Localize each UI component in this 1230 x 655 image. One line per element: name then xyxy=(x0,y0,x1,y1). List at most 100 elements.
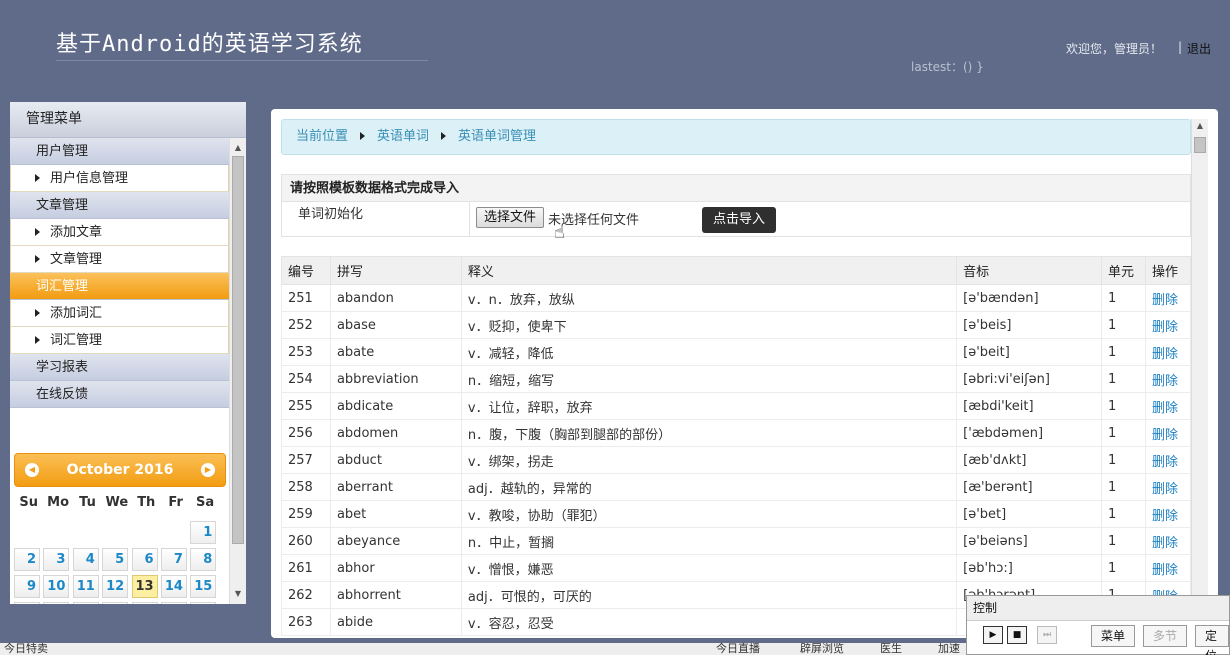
weekday: We xyxy=(105,495,129,510)
weekday: Th xyxy=(137,495,156,510)
table-row: 253 abate v．减轻，降低 [ə'beit] 1 删除 xyxy=(281,338,1191,366)
status-doctor[interactable]: 医生 xyxy=(880,643,902,655)
status-accelerate[interactable]: 加速 xyxy=(938,643,960,655)
calendar-week: 16171819202122 xyxy=(14,602,226,604)
status-deals[interactable]: 今日特卖 xyxy=(4,643,48,655)
sidebar-item-add-vocab[interactable]: 添加词汇 xyxy=(10,300,229,327)
calendar-day[interactable]: 20 xyxy=(131,602,158,604)
logout-link[interactable]: 退出 xyxy=(1187,40,1211,57)
control-title: 控制 xyxy=(967,596,1229,621)
table-row: 257 abduct v．绑架，拐走 [æb'dʌkt] 1 删除 xyxy=(281,446,1191,474)
calendar-month: October 2016 xyxy=(66,462,174,478)
scroll-thumb[interactable] xyxy=(1194,137,1206,153)
calendar-day[interactable]: 21 xyxy=(160,602,187,604)
cell-spelling: abdomen xyxy=(329,419,462,447)
menu-button[interactable]: 菜单 xyxy=(1091,625,1136,647)
next-icon[interactable]: ⏭ xyxy=(1037,626,1057,644)
calendar-day[interactable]: 15 xyxy=(190,575,217,598)
delete-link[interactable]: 删除 xyxy=(1145,338,1191,366)
breadcrumb-english-words[interactable]: 英语单词 xyxy=(377,129,429,144)
calendar-day[interactable]: 2 xyxy=(14,548,40,571)
delete-link[interactable]: 删除 xyxy=(1145,419,1191,447)
stop-icon[interactable]: ■ xyxy=(1007,626,1027,644)
calendar-day[interactable]: 6 xyxy=(131,548,158,571)
delete-link[interactable]: 删除 xyxy=(1145,473,1191,501)
play-icon[interactable]: ▶ xyxy=(983,626,1003,644)
sidebar-group-users[interactable]: 用户管理 xyxy=(10,138,229,165)
weekday: Sa xyxy=(195,495,215,510)
cell-unit: 1 xyxy=(1101,500,1146,528)
choose-file-button[interactable]: 选择文件 xyxy=(476,207,545,228)
calendar-day xyxy=(14,521,40,544)
weekday: Mo xyxy=(47,495,70,510)
sidebar-group-feedback[interactable]: 在线反馈 xyxy=(10,381,229,408)
sidebar-item-label: 添加词汇 xyxy=(50,306,103,321)
sidebar-item-vocab-manage[interactable]: 词汇管理 xyxy=(10,327,229,354)
cell-phonetic: [əb'hɔ:] xyxy=(956,554,1103,582)
scroll-down-icon[interactable]: ▼ xyxy=(230,586,246,602)
calendar-day[interactable]: 9 xyxy=(14,575,40,598)
status-live[interactable]: 今日直播 xyxy=(716,643,760,655)
calendar-day[interactable]: 17 xyxy=(43,602,70,604)
calendar-day[interactable]: 10 xyxy=(43,575,70,598)
cell-meaning: v．憎恨，嫌恶 xyxy=(460,554,958,582)
import-title: 请按照模板数据格式完成导入 xyxy=(282,175,1190,202)
cell-meaning: v．贬抑，使卑下 xyxy=(460,311,958,339)
calendar-day[interactable]: 1 xyxy=(190,521,217,544)
scroll-up-icon[interactable]: ▲ xyxy=(1192,121,1208,130)
table-row: 254 abbreviation n．缩短，缩写 [əbri:vi'eiʃən] 1 删除 xyxy=(281,365,1191,393)
calendar-day[interactable]: 8 xyxy=(190,548,217,571)
sidebar-group-articles[interactable]: 文章管理 xyxy=(10,192,229,219)
cell-id: 257 xyxy=(281,446,331,474)
calendar-day[interactable]: 4 xyxy=(72,548,99,571)
scroll-up-icon[interactable]: ▲ xyxy=(230,140,246,156)
locate-button[interactable]: 定位 xyxy=(1195,625,1229,655)
delete-link[interactable]: 删除 xyxy=(1145,527,1191,555)
cell-spelling: abet xyxy=(329,500,462,528)
sidebar-item-add-article[interactable]: 添加文章 xyxy=(10,219,229,246)
calendar-day[interactable]: 12 xyxy=(102,575,129,598)
calendar-day[interactable]: 22 xyxy=(190,602,217,604)
status-sidebar-browse[interactable]: 辟屏浏览 xyxy=(800,643,844,655)
calendar-day[interactable]: 5 xyxy=(102,548,129,571)
next-month-icon[interactable]: ▶ xyxy=(201,463,215,477)
cell-id: 253 xyxy=(281,338,331,366)
scroll-thumb[interactable] xyxy=(232,156,244,544)
import-panel: 请按照模板数据格式完成导入 单词初始化 选择文件 未选择任何文件 点击导入 ☝ xyxy=(281,174,1191,243)
delete-link[interactable]: 删除 xyxy=(1145,500,1191,528)
delete-link[interactable]: 删除 xyxy=(1145,284,1191,312)
delete-link[interactable]: 删除 xyxy=(1145,311,1191,339)
weekday: Su xyxy=(19,495,38,510)
calendar-day-today[interactable]: 13 xyxy=(131,575,158,598)
calendar-day[interactable]: 14 xyxy=(160,575,187,598)
calendar-day[interactable]: 19 xyxy=(102,602,129,604)
delete-link[interactable]: 删除 xyxy=(1145,392,1191,420)
table-row: 256 abdomen n．腹，下腹（胸部到腿部的部份） ['æbdəmen] 1 删除 xyxy=(281,419,1191,447)
calendar-day[interactable]: 16 xyxy=(14,602,40,604)
cell-id: 254 xyxy=(281,365,331,393)
delete-link[interactable]: 删除 xyxy=(1145,365,1191,393)
content-scrollbar[interactable]: ▲ xyxy=(1191,119,1208,638)
calendar-day[interactable]: 18 xyxy=(72,602,99,604)
sidebar-item-user-info[interactable]: 用户信息管理 xyxy=(10,165,229,192)
delete-link[interactable]: 删除 xyxy=(1145,554,1191,582)
import-button[interactable]: 点击导入 xyxy=(702,207,776,233)
col-spelling: 拼写 xyxy=(329,256,462,285)
calendar-day[interactable]: 3 xyxy=(43,548,70,571)
sidebar-scrollbar[interactable]: ▲ ▼ xyxy=(229,138,246,604)
weekday: Fr xyxy=(168,495,183,510)
sidebar-group-reports[interactable]: 学习报表 xyxy=(10,354,229,381)
sections-button[interactable]: 多节 xyxy=(1143,625,1188,647)
cell-phonetic: [ə'beis] xyxy=(956,311,1103,339)
sidebar-item-article-manage[interactable]: 文章管理 xyxy=(10,246,229,273)
cell-unit: 1 xyxy=(1101,365,1146,393)
calendar-day[interactable]: 11 xyxy=(72,575,99,598)
calendar-day xyxy=(132,521,158,544)
breadcrumb-word-manage[interactable]: 英语单词管理 xyxy=(458,129,536,144)
delete-link[interactable]: 删除 xyxy=(1145,446,1191,474)
breadcrumb-arrow-icon xyxy=(360,131,366,140)
prev-month-icon[interactable]: ◀ xyxy=(25,463,39,477)
cell-unit: 1 xyxy=(1101,554,1146,582)
sidebar-group-vocab[interactable]: 词汇管理 xyxy=(10,273,229,300)
calendar-day[interactable]: 7 xyxy=(160,548,187,571)
